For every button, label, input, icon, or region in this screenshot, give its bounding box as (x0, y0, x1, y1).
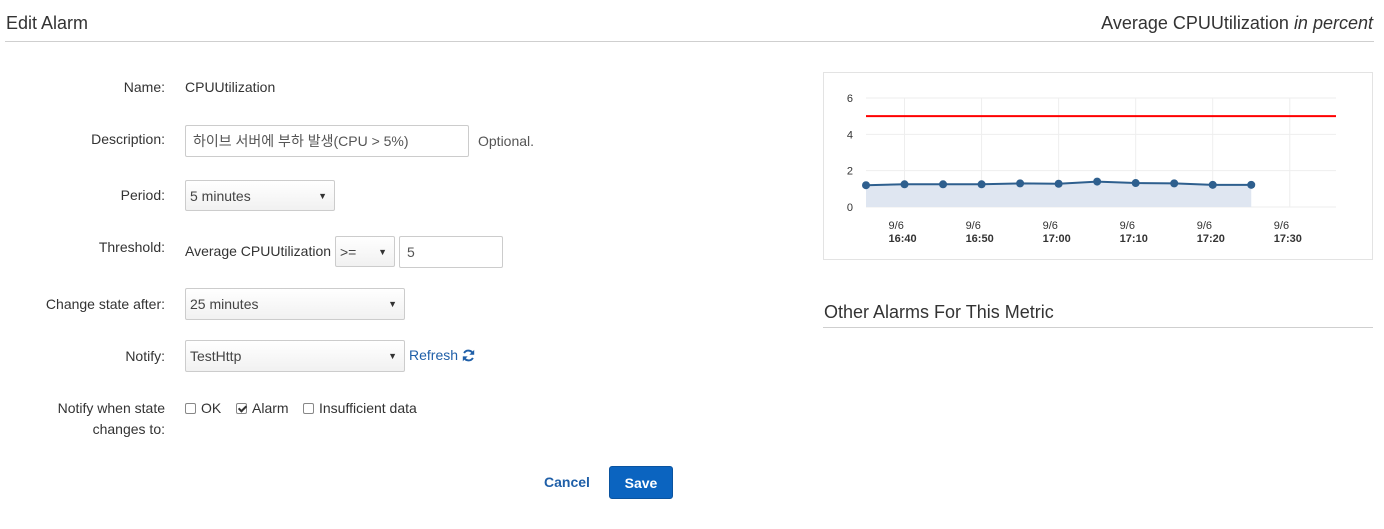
save-button[interactable]: Save (609, 466, 673, 499)
notify-select[interactable]: TestHttp ▼ (185, 340, 405, 372)
period-select-value: 5 minutes (190, 187, 251, 204)
state-checkbox-ok[interactable]: OK (185, 400, 221, 416)
x-tick-time: 16:50 (966, 233, 994, 245)
series-point (1131, 179, 1140, 188)
notify-states-label-line2: changes to: (92, 421, 165, 437)
x-tick-day: 9/6 (1043, 220, 1058, 232)
change-state-label: Change state after: (45, 296, 165, 312)
chart-heading-metric: Average CPUUtilization (1101, 13, 1289, 33)
y-tick-label: 6 (847, 93, 853, 105)
chevron-down-icon: ▼ (318, 190, 327, 201)
threshold-operator-value: >= (340, 243, 357, 260)
header-divider (5, 41, 1374, 42)
notify-select-value: TestHttp (190, 348, 242, 364)
x-tick-time: 17:20 (1197, 233, 1225, 245)
y-tick-label: 2 (847, 166, 853, 178)
description-input[interactable]: 하이브 서버에 부하 발생(CPU > 5%) (185, 125, 469, 157)
y-tick-label: 4 (847, 129, 853, 141)
series-point (1016, 179, 1025, 188)
ok-checkbox[interactable] (185, 402, 196, 414)
x-tick-day: 9/6 (1274, 220, 1289, 232)
refresh-link[interactable]: Refresh (409, 347, 475, 363)
threshold-operator-select[interactable]: >= ▼ (335, 236, 395, 267)
chart-heading: Average CPUUtilization in percent (1101, 13, 1373, 34)
state-checkbox-alarm[interactable]: Alarm (236, 400, 289, 416)
cpu-chart: 0 2 4 6 9/6 16:40 9/6 16:50 9/6 17:00 9/6 17:10 9/6 1… (823, 72, 1373, 260)
alarm-checkbox-label: Alarm (252, 400, 289, 416)
alarm-checkbox[interactable] (236, 402, 247, 414)
notify-label: Notify: (125, 348, 165, 364)
change-state-select-value: 25 minutes (190, 296, 259, 312)
x-tick-time: 17:10 (1120, 233, 1148, 245)
period-select[interactable]: 5 minutes ▼ (185, 180, 335, 211)
notify-states-label-line1: Notify when state (57, 400, 165, 416)
series-point (939, 180, 948, 189)
other-alarms-divider (823, 327, 1373, 328)
insufficient-data-checkbox-label: Insufficient data (319, 400, 417, 416)
insufficient-data-checkbox[interactable] (303, 402, 314, 414)
x-tick-time: 17:30 (1274, 233, 1302, 245)
series-point (977, 180, 986, 189)
series-point (1054, 179, 1063, 188)
other-alarms-title: Other Alarms For This Metric (824, 302, 1054, 322)
page-title: Edit Alarm (6, 13, 89, 33)
threshold-value-input[interactable]: 5 (399, 236, 503, 268)
x-tick-time: 16:40 (889, 233, 917, 245)
name-value: CPUUtilization (185, 79, 276, 95)
period-label: Period: (120, 187, 165, 203)
series-point (1093, 177, 1102, 186)
cancel-button[interactable]: Cancel (544, 474, 590, 490)
x-tick-time: 17:00 (1043, 233, 1071, 245)
chart-heading-unit: in percent (1293, 13, 1373, 33)
notify-states-label: Notify when state changes to: (0, 398, 165, 440)
ok-checkbox-label: OK (201, 400, 222, 416)
chevron-down-icon: ▼ (388, 351, 397, 361)
state-checkbox-insufficient[interactable]: Insufficient data (303, 400, 417, 416)
series-point (900, 180, 909, 189)
chevron-down-icon: ▼ (378, 246, 387, 257)
description-optional-hint: Optional. (478, 133, 535, 149)
x-tick-day: 9/6 (1197, 220, 1212, 232)
description-label: Description: (91, 131, 165, 147)
threshold-label: Threshold: (98, 239, 165, 255)
chevron-down-icon: ▼ (388, 299, 397, 309)
x-tick-day: 9/6 (889, 220, 904, 232)
threshold-metric: Average CPUUtilization (185, 243, 332, 259)
refresh-link-label: Refresh (409, 347, 459, 363)
y-tick-label: 0 (847, 202, 853, 214)
name-label: Name: (123, 79, 165, 95)
x-tick-day: 9/6 (966, 220, 981, 232)
cpu-chart-svg: 02469/616:409/616:509/617:009/617:109/61… (847, 93, 1336, 245)
refresh-icon (462, 349, 475, 361)
x-tick-day: 9/6 (1120, 220, 1135, 232)
description-input-value: 하이브 서버에 부하 발생(CPU > 5%) (193, 133, 409, 149)
series-point (1170, 179, 1179, 188)
threshold-value-text: 5 (407, 244, 415, 260)
change-state-select[interactable]: 25 minutes ▼ (185, 288, 405, 320)
series-point (862, 181, 870, 190)
series-point (1208, 180, 1217, 189)
series-point (1247, 180, 1256, 189)
